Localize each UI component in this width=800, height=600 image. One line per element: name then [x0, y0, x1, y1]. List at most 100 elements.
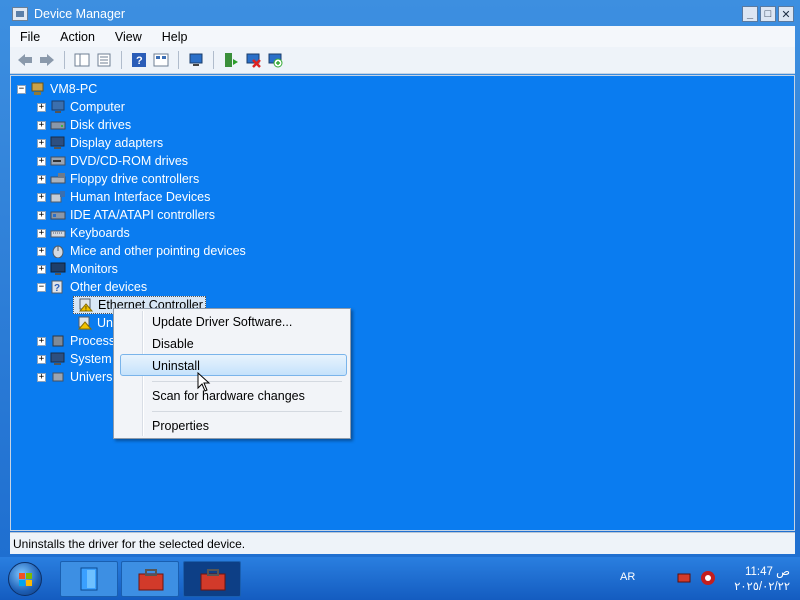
monitor-icon [50, 262, 66, 276]
expand-icon[interactable]: + [37, 246, 46, 256]
expand-icon[interactable]: + [37, 138, 46, 148]
status-bar: Uninstalls the driver for the selected d… [10, 532, 795, 554]
computer-icon [30, 82, 46, 96]
enable-device-icon[interactable] [266, 51, 284, 69]
taskbar-toolbox-app[interactable] [121, 561, 179, 597]
menu-separator [152, 411, 342, 412]
back-arrow-icon[interactable] [16, 51, 34, 69]
device-tree[interactable]: − VM8-PC + Computer + Disk drives + Disp… [10, 75, 795, 531]
tree-category-other-devices[interactable]: − ? Other devices [37, 278, 147, 296]
usb-icon [50, 370, 66, 384]
menu-action[interactable]: Action [50, 30, 105, 44]
category-label: Human Interface Devices [70, 190, 211, 204]
display-adapter-icon [50, 136, 66, 150]
category-label: Univers [70, 370, 113, 384]
window-title: Device Manager [34, 7, 126, 21]
explorer-icon [80, 567, 98, 591]
update-driver-icon[interactable] [222, 51, 240, 69]
tree-category-mice[interactable]: + Mice and other pointing devices [37, 242, 246, 260]
warning-device-icon [77, 316, 93, 330]
taskbar: AR ص 11:47 ٢٠٢٥/٠٢/٢٢ [0, 557, 800, 600]
scan-hardware-icon[interactable] [187, 51, 205, 69]
expand-icon[interactable]: + [37, 102, 46, 112]
category-label: Display adapters [70, 136, 164, 150]
tray-clock[interactable]: ص 11:47 ٢٠٢٥/٠٢/٢٢ [734, 565, 790, 595]
status-text: Uninstalls the driver for the selected d… [13, 536, 246, 551]
toolbox-icon [200, 569, 226, 591]
tray-volume-icon[interactable] [700, 570, 716, 586]
menu-bar: File Action View Help [10, 26, 795, 47]
tree-category-hid[interactable]: + Human Interface Devices [37, 188, 210, 206]
window-controls: _ □ ✕ [742, 6, 794, 22]
menu-item-properties[interactable]: Properties [152, 419, 209, 433]
tree-category-dvd-drives[interactable]: + DVD/CD-ROM drives [37, 152, 188, 170]
system-device-icon [50, 352, 66, 366]
expand-icon[interactable]: + [37, 210, 46, 220]
toolbar-separator [121, 51, 122, 69]
expand-icon[interactable]: + [37, 174, 46, 184]
tree-category-system-devices[interactable]: + System [37, 350, 112, 368]
taskbar-device-manager[interactable] [183, 561, 241, 597]
category-label: IDE ATA/ATAPI controllers [70, 208, 215, 222]
category-label: Process [70, 334, 116, 348]
expand-icon[interactable]: + [37, 264, 46, 274]
tree-category-computer[interactable]: + Computer [37, 98, 125, 116]
expand-icon[interactable]: + [37, 354, 46, 364]
warning-device-icon: ! [78, 298, 94, 313]
clock-time: ص 11:47 [744, 566, 790, 578]
show-hide-console-tree-icon[interactable] [73, 51, 91, 69]
category-label: DVD/CD-ROM drives [70, 154, 189, 168]
view-icon[interactable] [152, 51, 170, 69]
device-manager-window: Device Manager _ □ ✕ File Action View He… [0, 0, 800, 557]
close-button[interactable]: ✕ [778, 6, 794, 22]
expand-icon[interactable]: + [37, 156, 46, 166]
computer-icon [50, 100, 66, 114]
start-button[interactable] [8, 562, 42, 596]
properties-sheet-icon[interactable] [95, 51, 113, 69]
expand-icon[interactable]: + [37, 192, 46, 202]
menu-item-uninstall[interactable]: Uninstall [152, 359, 200, 373]
tray-network-icon[interactable] [676, 571, 692, 585]
collapse-icon[interactable]: − [17, 84, 26, 94]
expand-icon[interactable]: + [37, 336, 46, 346]
expand-icon[interactable]: + [37, 372, 46, 382]
svg-text:?: ? [136, 55, 143, 67]
floppy-controller-icon [50, 172, 66, 186]
menu-help[interactable]: Help [152, 30, 198, 44]
svg-text:!: ! [85, 306, 87, 312]
tree-category-disk-drives[interactable]: + Disk drives [37, 116, 131, 134]
menu-item-scan-hardware[interactable]: Scan for hardware changes [152, 389, 305, 403]
toolbar-separator [178, 51, 179, 69]
mouse-cursor-icon [197, 372, 211, 392]
maximize-button[interactable]: □ [760, 6, 776, 22]
expand-icon[interactable]: + [37, 120, 46, 130]
tree-category-display-adapters[interactable]: + Display adapters [37, 134, 163, 152]
menu-item-update-driver[interactable]: Update Driver Software... [152, 315, 292, 329]
title-bar[interactable]: Device Manager _ □ ✕ [0, 0, 800, 28]
tree-category-processors[interactable]: + Process [37, 332, 115, 350]
expand-icon[interactable]: + [37, 228, 46, 238]
help-icon[interactable]: ? [130, 51, 148, 69]
tree-root[interactable]: − VM8-PC [17, 80, 97, 98]
svg-text:?: ? [54, 283, 60, 294]
forward-arrow-icon[interactable] [38, 51, 56, 69]
tree-category-keyboards[interactable]: + Keyboards [37, 224, 130, 242]
category-label: Disk drives [70, 118, 132, 132]
collapse-icon[interactable]: − [37, 282, 46, 292]
tree-category-monitors[interactable]: + Monitors [37, 260, 118, 278]
menu-file[interactable]: File [10, 30, 50, 44]
clock-date: ٢٠٢٥/٠٢/٢٢ [734, 581, 790, 593]
uninstall-device-icon[interactable] [244, 51, 262, 69]
language-indicator[interactable]: AR [620, 571, 635, 583]
menu-view[interactable]: View [105, 30, 152, 44]
menu-item-disable[interactable]: Disable [152, 337, 194, 351]
tree-category-floppy-controllers[interactable]: + Floppy drive controllers [37, 170, 199, 188]
category-label: Monitors [70, 262, 118, 276]
taskbar-explorer[interactable] [60, 561, 118, 597]
tree-category-ide-controllers[interactable]: + IDE ATA/ATAPI controllers [37, 206, 215, 224]
tree-category-usb[interactable]: + Univers [37, 368, 112, 386]
category-label: Floppy drive controllers [70, 172, 200, 186]
minimize-button[interactable]: _ [742, 6, 758, 22]
unknown-device-icon: ? [50, 280, 66, 294]
category-label: Mice and other pointing devices [70, 244, 246, 258]
